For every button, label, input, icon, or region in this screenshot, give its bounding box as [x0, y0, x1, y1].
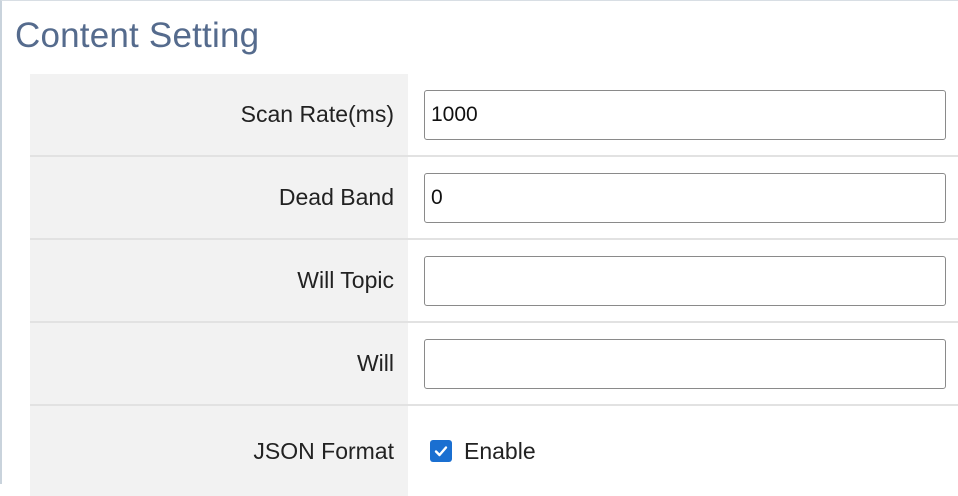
scan-rate-label: Scan Rate(ms) — [30, 74, 408, 155]
content-setting-panel: Content Setting Scan Rate(ms) Dead Band … — [0, 0, 958, 496]
scan-rate-input[interactable] — [424, 89, 946, 140]
will-topic-label: Will Topic — [30, 240, 408, 321]
dead-band-input[interactable] — [424, 172, 946, 223]
json-format-label: JSON Format — [30, 406, 408, 496]
form-row-scan-rate: Scan Rate(ms) — [30, 74, 958, 157]
form-row-json-format: JSON Format Enable — [30, 406, 958, 496]
json-format-enable-toggle[interactable]: Enable — [430, 438, 536, 465]
form-row-will: Will — [30, 323, 958, 406]
will-cell — [408, 323, 958, 404]
section-title: Content Setting — [15, 16, 260, 55]
will-input[interactable] — [424, 338, 946, 389]
enable-checkbox[interactable] — [430, 440, 452, 462]
form-row-will-topic: Will Topic — [30, 240, 958, 323]
dead-band-label: Dead Band — [30, 157, 408, 238]
json-format-cell: Enable — [408, 406, 958, 496]
dead-band-cell — [408, 157, 958, 238]
scan-rate-cell — [408, 74, 958, 155]
will-topic-cell — [408, 240, 958, 321]
enable-checkbox-label[interactable]: Enable — [464, 438, 536, 465]
will-topic-input[interactable] — [424, 255, 946, 306]
content-setting-form: Scan Rate(ms) Dead Band Will Topic Will — [30, 74, 958, 496]
form-row-dead-band: Dead Band — [30, 157, 958, 240]
checkmark-icon — [434, 446, 448, 457]
will-label: Will — [30, 323, 408, 404]
